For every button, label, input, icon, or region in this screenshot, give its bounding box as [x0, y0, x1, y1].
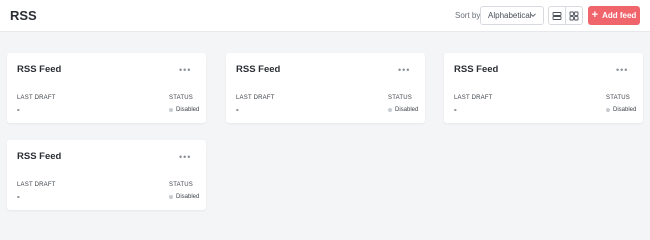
status-value: Disabled — [395, 107, 419, 113]
status-dot-icon — [606, 108, 610, 112]
status-badge: Disabled — [169, 194, 199, 200]
sort-select-value: Alphabetical — [488, 11, 532, 20]
status-badge: Disabled — [606, 107, 636, 113]
status-label: STATUS — [606, 95, 630, 101]
status-value: Disabled — [176, 107, 200, 113]
card-title: RSS Feed — [236, 64, 281, 75]
last-draft-value: - — [454, 105, 457, 114]
status-dot-icon — [169, 195, 173, 199]
more-horizontal-icon[interactable]: ••• — [179, 66, 193, 75]
more-horizontal-icon[interactable]: ••• — [179, 153, 193, 162]
last-draft-label: LAST DRAFT — [17, 182, 56, 188]
last-draft-label: LAST DRAFT — [17, 95, 56, 101]
rss-feed-card[interactable]: RSS Feed ••• LAST DRAFT STATUS - Disable… — [226, 53, 425, 123]
card-title: RSS Feed — [17, 151, 62, 162]
last-draft-label: LAST DRAFT — [454, 95, 493, 101]
status-badge: Disabled — [388, 107, 418, 113]
rss-feed-card[interactable]: RSS Feed ••• LAST DRAFT STATUS - Disable… — [444, 53, 643, 123]
page-title: RSS — [10, 8, 37, 23]
status-dot-icon — [388, 108, 392, 112]
add-feed-label: Add feed — [602, 11, 637, 20]
list-view-button[interactable] — [548, 6, 566, 25]
list-view-icon — [552, 11, 562, 20]
rss-feed-card[interactable]: RSS Feed ••• LAST DRAFT STATUS - Disable… — [7, 140, 206, 210]
more-horizontal-icon[interactable]: ••• — [398, 66, 412, 75]
top-bar: RSS Sort by Alphabetical + Add feed — [0, 0, 650, 32]
sort-select[interactable]: Alphabetical — [480, 6, 544, 25]
last-draft-value: - — [17, 105, 20, 114]
last-draft-label: LAST DRAFT — [236, 95, 275, 101]
plus-icon: + — [591, 9, 599, 21]
status-label: STATUS — [169, 95, 193, 101]
last-draft-value: - — [236, 105, 239, 114]
last-draft-value: - — [17, 192, 20, 201]
status-label: STATUS — [169, 182, 193, 188]
card-title: RSS Feed — [17, 64, 62, 75]
more-horizontal-icon[interactable]: ••• — [616, 66, 630, 75]
chevron-down-icon — [530, 13, 536, 18]
status-label: STATUS — [388, 95, 412, 101]
sort-label: Sort by — [455, 11, 481, 20]
status-value: Disabled — [176, 194, 200, 200]
grid-view-icon — [569, 11, 579, 20]
status-dot-icon — [169, 108, 173, 112]
grid-view-button[interactable] — [565, 6, 583, 25]
card-title: RSS Feed — [454, 64, 499, 75]
rss-feed-card[interactable]: RSS Feed ••• LAST DRAFT STATUS - Disable… — [7, 53, 206, 123]
add-feed-button[interactable]: + Add feed — [588, 6, 640, 25]
status-value: Disabled — [613, 107, 637, 113]
status-badge: Disabled — [169, 107, 199, 113]
